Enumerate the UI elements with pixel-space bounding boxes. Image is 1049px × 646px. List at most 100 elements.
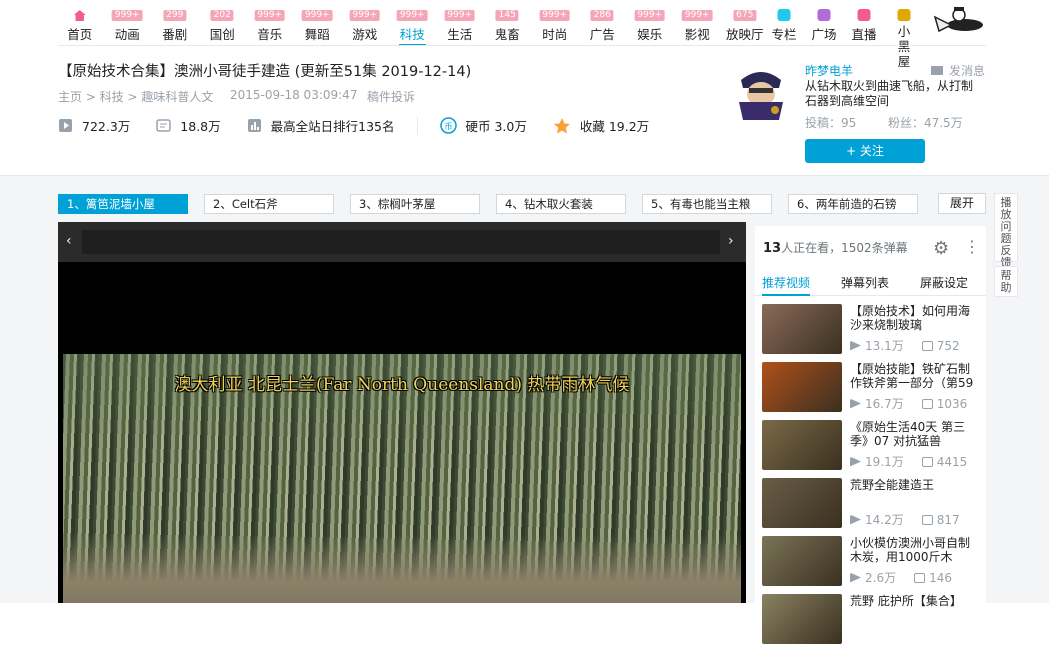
report-link[interactable]: 稿件投诉	[367, 88, 415, 105]
nav-item-10[interactable]: 999+ 时尚	[531, 6, 579, 42]
svg-text:币: 币	[444, 122, 452, 131]
home-icon	[73, 10, 86, 21]
uploader-name[interactable]: 昨梦电羊	[805, 62, 853, 79]
recommended-title[interactable]: 【原始技能】铁矿石制作铁斧第一部分（第59	[850, 362, 976, 390]
nav-item-8[interactable]: 999+ 生活	[436, 6, 484, 42]
recommended-video[interactable]: 【原始技能】铁矿石制作铁斧第一部分（第59 16.7万 1036	[762, 362, 986, 414]
video-player[interactable]: 澳大利亚 北昆士兰(Far North Queensland) 热带雨林气候	[58, 262, 746, 603]
expand-episodes-button[interactable]: 展开	[938, 193, 986, 214]
column-icon	[777, 9, 791, 21]
rank-stat[interactable]: 最高全站日排行135名	[247, 116, 395, 135]
recommended-meta: 16.7万 1036	[850, 395, 967, 412]
uploader-posts: 投稿：95	[805, 116, 857, 130]
publish-time: 2015-09-18 03:09:47	[230, 88, 358, 102]
nav-item-2[interactable]: 299 番剧	[151, 6, 199, 42]
coin-count: 硬币 3.0万	[465, 119, 527, 134]
send-message-link[interactable]: 发消息	[931, 62, 985, 79]
tab-danmaku-list[interactable]: 弹幕列表	[841, 274, 889, 296]
nav-extra-1[interactable]: 广场	[804, 6, 844, 42]
play-icon	[850, 398, 861, 409]
gear-icon[interactable]: ⚙	[933, 238, 949, 259]
recommended-danmaku: 752	[936, 338, 960, 353]
chevron-right-icon[interactable]: ›	[728, 233, 734, 249]
site-mascot-logo[interactable]	[929, 5, 985, 39]
nav-badge: 999+	[396, 10, 428, 21]
nav-label: 广告	[589, 27, 615, 42]
tab-recommended[interactable]: 推荐视频	[762, 274, 811, 296]
nav-item-11[interactable]: 286 广告	[579, 6, 627, 42]
video-thumbnail[interactable]	[762, 420, 842, 470]
nav-badge: 999+	[301, 10, 333, 21]
nav-item-9[interactable]: 145 鬼畜	[484, 6, 532, 42]
recommended-danmaku: 817	[936, 512, 960, 527]
nav-label: 鬼畜	[494, 27, 520, 42]
recommended-danmaku: 146	[929, 570, 952, 585]
nav-badge: 999+	[634, 10, 666, 21]
star-icon	[553, 117, 571, 135]
nav-item-7[interactable]: 999+ 科技	[389, 6, 437, 46]
recommended-video[interactable]: 荒野全能建造王 14.2万 817	[762, 478, 986, 530]
nav-badge: 999+	[111, 10, 143, 21]
video-thumbnail[interactable]	[762, 478, 842, 528]
video-title: 【原始技术合集】澳洲小哥徒手建造 (更新至51集 2019-12-14)	[58, 64, 472, 80]
nav-badge: 145	[495, 10, 519, 21]
nav-badge: 999+	[444, 10, 476, 21]
stats-divider	[416, 116, 418, 135]
play-count-icon	[58, 118, 73, 133]
episode-4[interactable]: 4、钻木取火套装	[496, 194, 626, 214]
nav-label: 游戏	[352, 27, 378, 42]
recommended-danmaku: 1036	[936, 396, 968, 411]
nav-item-3[interactable]: 202 国创	[199, 6, 247, 42]
recommended-video[interactable]: 荒野 庇护所【集合】	[762, 594, 986, 646]
episode-3[interactable]: 3、棕榈叶茅屋	[350, 194, 480, 214]
nav-item-5[interactable]: 999+ 舞蹈	[294, 6, 342, 42]
help-button[interactable]: 帮助	[994, 266, 1018, 297]
more-options-icon[interactable]: ⋮	[964, 238, 980, 256]
favorite-stat[interactable]: 收藏 19.2万	[553, 116, 649, 135]
nav-extra-2[interactable]: 直播	[844, 6, 884, 42]
help-label: 帮助	[1000, 269, 1012, 294]
player-feedback-button[interactable]: 播放问题反馈	[994, 193, 1018, 269]
recommended-title[interactable]: 【原始技术】如何用海沙来烧制玻璃	[850, 304, 976, 332]
follow-button[interactable]: + 关注	[805, 139, 925, 163]
blackroom-icon	[897, 9, 911, 21]
uploader-counts: 投稿：95 粉丝：47.5万	[805, 114, 963, 131]
episode-6[interactable]: 6、两年前造的石镑	[788, 194, 918, 214]
video-thumbnail[interactable]	[762, 594, 842, 644]
nav-label: 娱乐	[637, 27, 663, 42]
episode-5[interactable]: 5、有毒也能当主粮	[642, 194, 772, 214]
chevron-left-icon[interactable]: ‹	[66, 233, 72, 249]
nav-item-13[interactable]: 999+ 影视	[674, 6, 722, 42]
recommended-video[interactable]: 【原始技术】如何用海沙来烧制玻璃 13.1万 752	[762, 304, 986, 356]
tab-block-settings[interactable]: 屏蔽设定	[920, 274, 968, 296]
video-thumbnail[interactable]	[762, 362, 842, 412]
nav-badge: 999+	[681, 10, 713, 21]
uploader-avatar[interactable]	[733, 62, 789, 120]
recommended-meta: 14.2万 817	[850, 511, 960, 528]
video-thumbnail[interactable]	[762, 304, 842, 354]
nav-item-14[interactable]: 675 放映厅	[721, 6, 769, 42]
nav-label: 生活	[447, 27, 473, 42]
video-thumbnail[interactable]	[762, 536, 842, 586]
breadcrumb[interactable]: 主页 > 科技 > 趣味科普人文	[58, 88, 213, 105]
nav-extra-0[interactable]: 专栏	[764, 6, 804, 42]
live-icon	[857, 9, 871, 21]
recommended-meta: 19.1万 4415	[850, 453, 967, 470]
danmaku-icon	[921, 514, 933, 525]
recommended-title[interactable]: 《原始生活40天 第三季》07 对抗猛兽	[850, 420, 976, 448]
nav-item-1[interactable]: 999+ 动画	[104, 6, 152, 42]
nav-extra-3[interactable]: 小黑屋	[884, 6, 924, 69]
recommended-title[interactable]: 荒野 庇护所【集合】	[850, 594, 976, 608]
recommended-video[interactable]: 《原始生活40天 第三季》07 对抗猛兽 19.1万 4415	[762, 420, 986, 472]
recommended-title[interactable]: 小伙模仿澳洲小哥自制木炭，用1000斤木材，	[850, 536, 976, 564]
recommended-views: 2.6万	[865, 571, 897, 585]
episode-1[interactable]: 1、篱笆泥墙小屋	[58, 194, 188, 214]
nav-item-12[interactable]: 999+ 娱乐	[626, 6, 674, 42]
coin-stat[interactable]: 币 硬币 3.0万	[439, 116, 527, 135]
nav-item-6[interactable]: 999+ 游戏	[341, 6, 389, 42]
recommended-title[interactable]: 荒野全能建造王	[850, 478, 976, 492]
episode-2[interactable]: 2、Celt石斧	[204, 194, 334, 214]
nav-item-0[interactable]: 首页	[56, 6, 104, 42]
recommended-video[interactable]: 小伙模仿澳洲小哥自制木炭，用1000斤木材， 2.6万 146	[762, 536, 986, 588]
nav-item-4[interactable]: 999+ 音乐	[246, 6, 294, 42]
